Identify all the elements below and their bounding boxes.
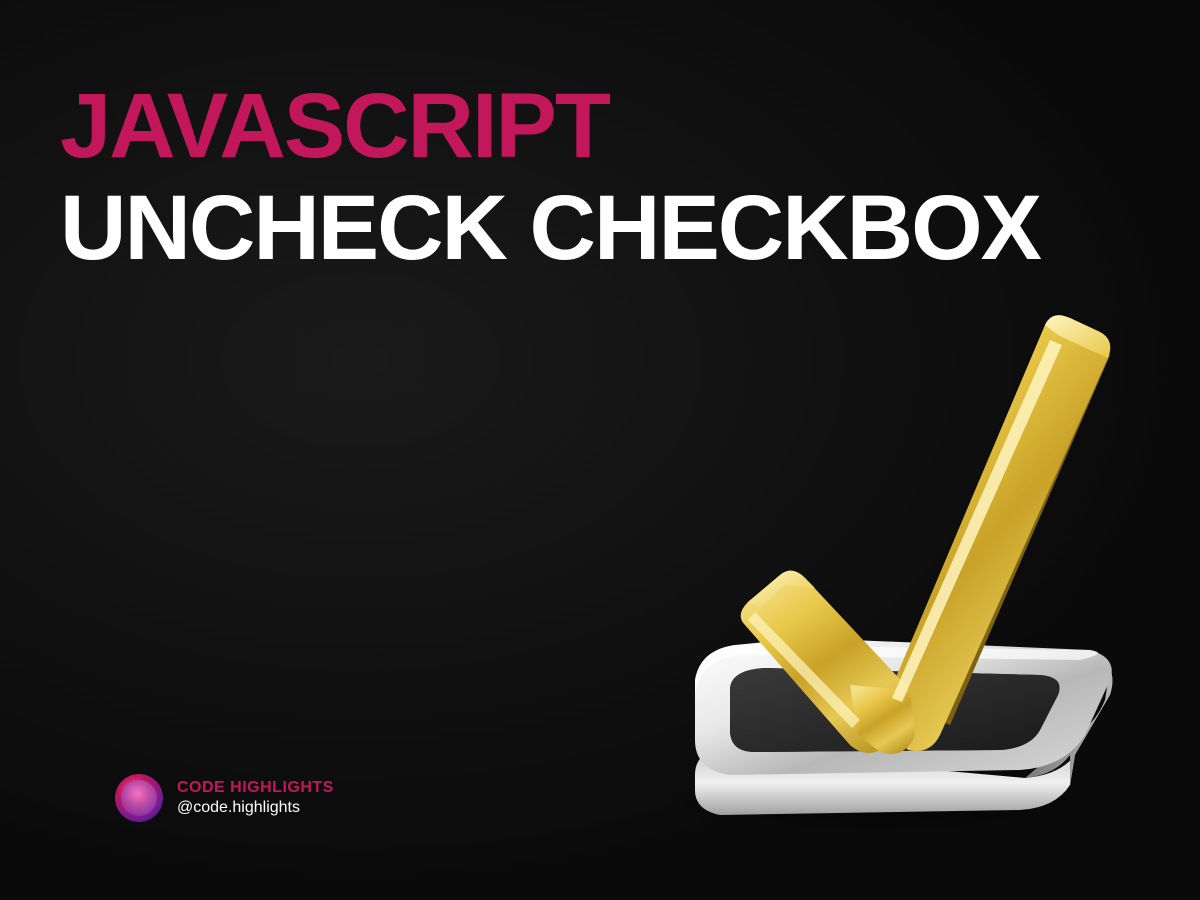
attribution-block: CODE HIGHLIGHTS @code.highlights xyxy=(115,774,334,822)
checkbox-3d-graphic xyxy=(580,280,1140,840)
promo-card: JAVASCRIPT UNCHECK CHECKBOX xyxy=(0,0,1200,900)
avatar xyxy=(115,774,163,822)
title-block: JAVASCRIPT UNCHECK CHECKBOX xyxy=(60,80,1140,277)
title-line-2: UNCHECK CHECKBOX xyxy=(60,180,1140,277)
brand-name: CODE HIGHLIGHTS xyxy=(177,779,334,797)
attribution-text: CODE HIGHLIGHTS @code.highlights xyxy=(177,779,334,817)
brand-handle: @code.highlights xyxy=(177,799,334,817)
title-line-1: JAVASCRIPT xyxy=(60,80,1140,172)
